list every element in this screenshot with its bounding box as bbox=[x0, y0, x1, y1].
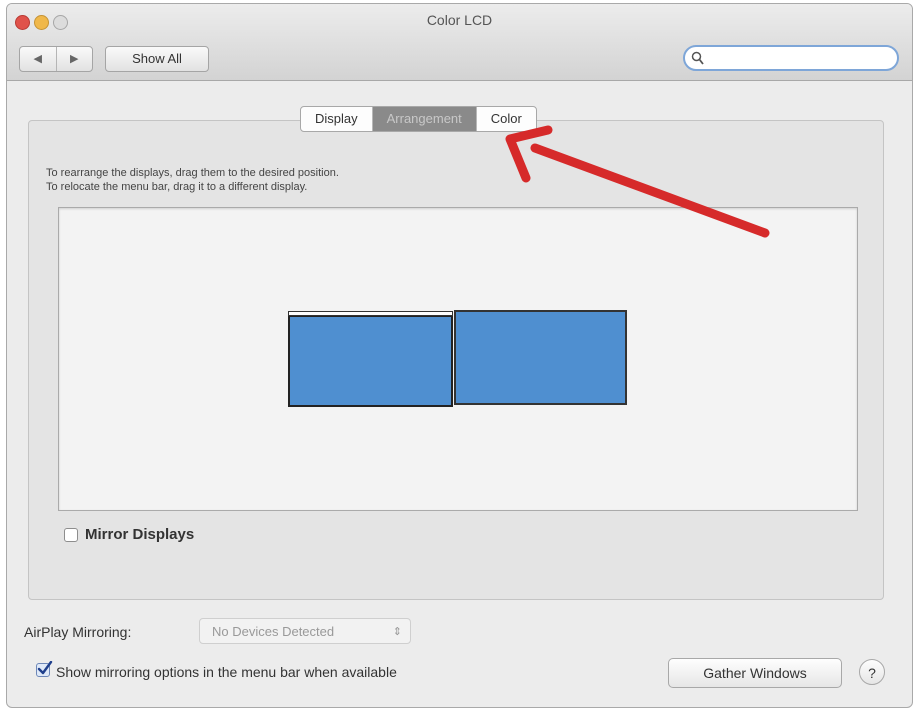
back-forward-control: ◀ ▶ bbox=[19, 46, 93, 72]
menu-bar-handle[interactable] bbox=[288, 311, 453, 316]
search-icon bbox=[691, 51, 704, 65]
help-button[interactable]: ? bbox=[859, 659, 885, 685]
show-all-button[interactable]: Show All bbox=[105, 46, 209, 72]
show-mirroring-options-checkbox[interactable] bbox=[36, 661, 53, 677]
airplay-mirroring-select[interactable]: No Devices Detected ⇕ bbox=[199, 618, 411, 644]
checkmark-icon bbox=[37, 661, 53, 675]
instructions: To rearrange the displays, drag them to … bbox=[46, 166, 339, 194]
show-mirroring-options-label: Show mirroring options in the menu bar w… bbox=[56, 664, 397, 680]
mirror-displays-label: Mirror Displays bbox=[85, 526, 195, 543]
instruction-rearrange: To rearrange the displays, drag them to … bbox=[46, 167, 339, 179]
airplay-selected-value: No Devices Detected bbox=[212, 624, 335, 639]
tab-bar: Display Arrangement Color bbox=[300, 106, 537, 132]
tab-color[interactable]: Color bbox=[475, 107, 536, 131]
forward-arrow-icon[interactable]: ▶ bbox=[57, 47, 93, 71]
airplay-mirroring-label: AirPlay Mirroring: bbox=[24, 624, 132, 640]
display-primary[interactable] bbox=[288, 315, 453, 407]
tab-display[interactable]: Display bbox=[301, 107, 372, 131]
window-title: Color LCD bbox=[426, 12, 493, 28]
gather-windows-button[interactable]: Gather Windows bbox=[668, 658, 842, 688]
search-input[interactable] bbox=[709, 49, 893, 69]
mirror-displays-checkbox[interactable] bbox=[64, 528, 78, 542]
back-arrow-icon[interactable]: ◀ bbox=[20, 47, 57, 71]
display-secondary[interactable] bbox=[454, 310, 627, 405]
tab-arrangement[interactable]: Arrangement bbox=[371, 107, 476, 131]
title-bar: Color LCD ◀ ▶ Show All bbox=[7, 4, 912, 81]
instruction-menubar: To relocate the menu bar, drag it to a d… bbox=[46, 181, 308, 193]
search-field[interactable] bbox=[683, 45, 899, 71]
chevron-updown-icon: ⇕ bbox=[392, 626, 402, 638]
